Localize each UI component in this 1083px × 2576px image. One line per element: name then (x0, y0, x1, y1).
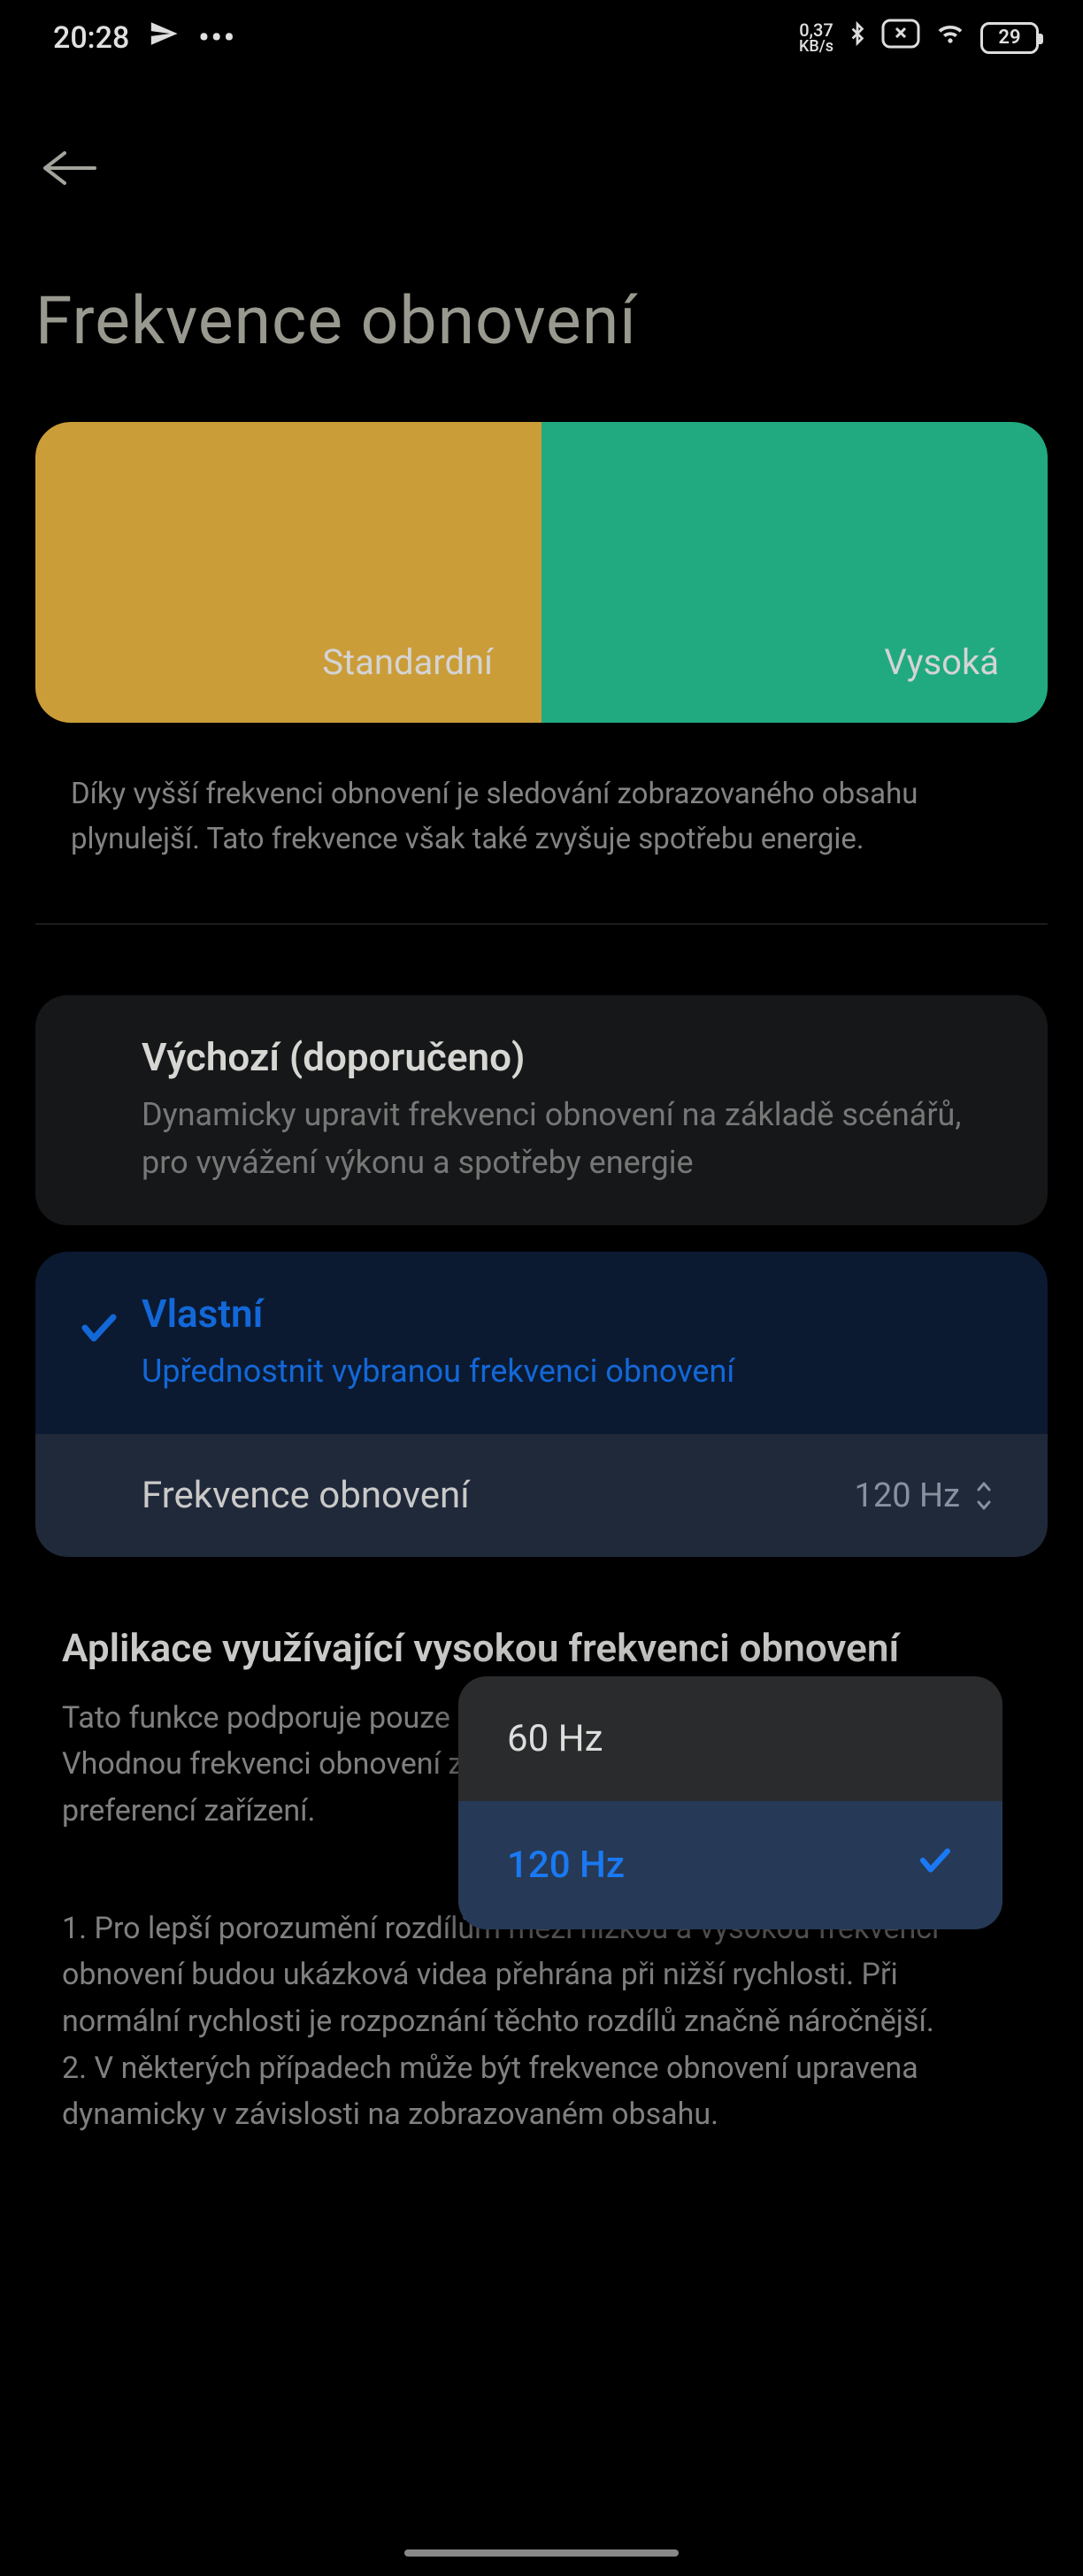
option-custom-title: Vlastní (142, 1291, 995, 1337)
network-speed: 0,37 KB/s (799, 21, 833, 55)
wifi-icon (933, 19, 968, 56)
popup-option-120hz[interactable]: 120 Hz (458, 1801, 1002, 1929)
telegram-icon (149, 19, 179, 57)
preview-high: Vysoká (542, 422, 1048, 723)
refresh-rate-popup: 60 Hz 120 Hz (458, 1676, 1002, 1929)
battery-indicator: 29 (980, 22, 1039, 54)
bluetooth-icon (846, 18, 869, 58)
refresh-rate-label: Frekvence obnovení (142, 1474, 470, 1517)
refresh-rate-preview: Standardní Vysoká (35, 422, 1048, 723)
sim-error-icon (881, 19, 920, 57)
app-section-heading: Aplikace využívající vysokou frekvenci o… (62, 1622, 1021, 1675)
footnotes: 1. Pro lepší porozumění rozdílům mezi ní… (62, 1905, 1021, 2138)
refresh-rate-value: 120 Hz (855, 1476, 995, 1515)
check-icon (78, 1307, 120, 1353)
check-icon (917, 1842, 954, 1889)
clock: 20:28 (53, 20, 129, 56)
more-icon: ••• (198, 20, 236, 56)
refresh-rate-dropdown[interactable]: Frekvence obnovení 120 Hz (35, 1434, 1048, 1557)
status-right: 0,37 KB/s 29 (799, 18, 1039, 58)
preview-standard: Standardní (35, 422, 542, 723)
option-custom[interactable]: Vlastní Upřednostnit vybranou frekvenci … (35, 1252, 1048, 1434)
description-text: Díky vyšší frekvenci obnovení je sledová… (71, 771, 1012, 862)
back-button[interactable] (40, 146, 1048, 194)
option-default-title: Výchozí (doporučeno) (142, 1034, 995, 1080)
home-indicator[interactable] (404, 2549, 679, 2557)
popup-option-60hz[interactable]: 60 Hz (458, 1676, 1002, 1801)
option-default-subtitle: Dynamicky upravit frekvenci obnovení na … (142, 1091, 995, 1186)
updown-icon (973, 1480, 995, 1512)
status-left: 20:28 ••• (53, 19, 236, 57)
option-custom-subtitle: Upřednostnit vybranou frekvenci obnovení (142, 1347, 995, 1395)
option-default[interactable]: Výchozí (doporučeno) Dynamicky upravit f… (35, 995, 1048, 1225)
status-bar: 20:28 ••• 0,37 KB/s 29 (0, 0, 1083, 66)
page-title: Frekvence obnovení (35, 282, 1048, 360)
